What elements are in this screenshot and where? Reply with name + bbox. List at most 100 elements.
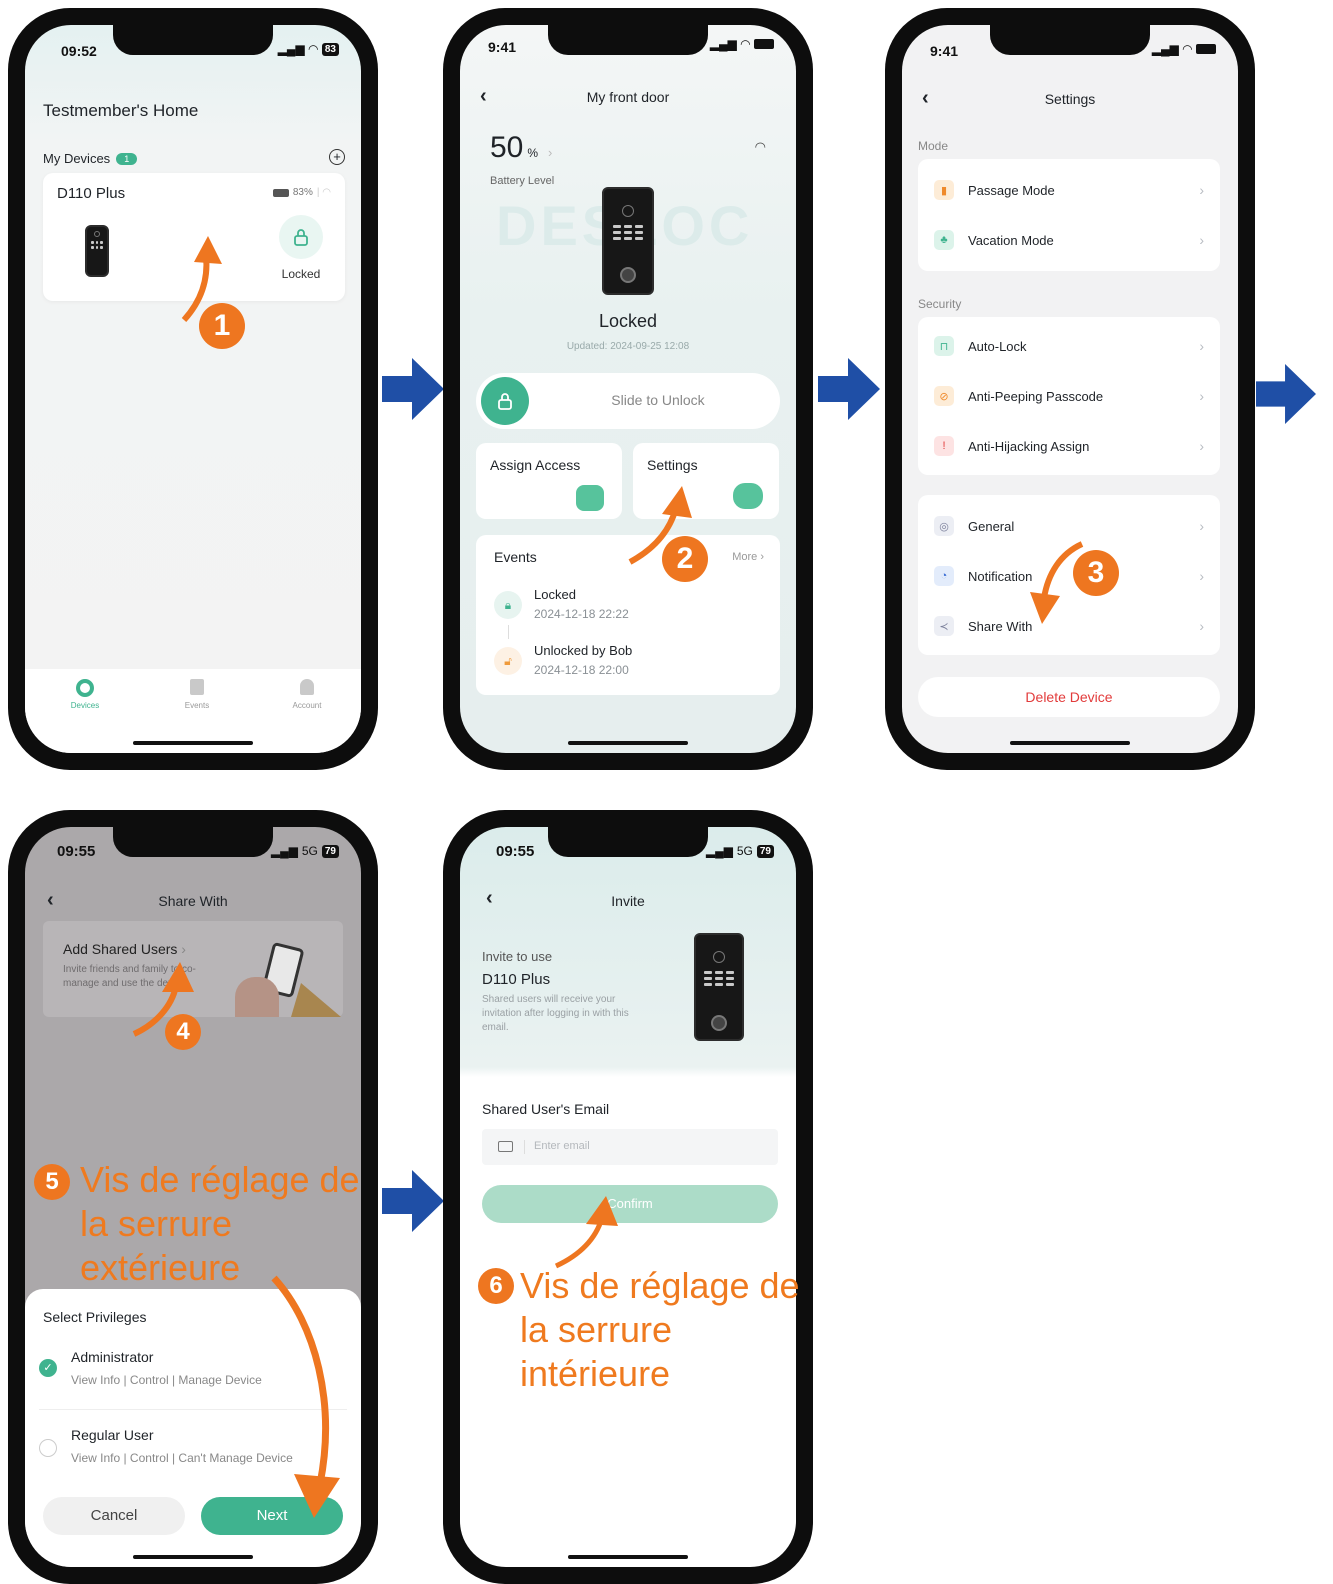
regular-user-label: Regular User: [71, 1427, 154, 1443]
anti-hijacking-label: Anti-Hijacking Assign: [968, 438, 1090, 454]
passage-mode-label: Passage Mode: [968, 182, 1055, 198]
more-label: More: [732, 551, 758, 563]
camera-dot: [622, 205, 634, 217]
wifi-icon: ◠: [308, 42, 318, 56]
nav-events[interactable]: Events: [177, 679, 217, 710]
invite-screen: 09:55 ▂▄▆ 5G 79 ‹ Invite Invite to use D…: [460, 827, 796, 1567]
settings-label: Settings: [647, 457, 698, 473]
padlock-icon: [498, 393, 512, 410]
knob: [711, 1015, 727, 1031]
battery-percent[interactable]: 50 % ›: [490, 131, 552, 165]
bell-icon: ◔: [934, 566, 954, 586]
keypad: [704, 971, 734, 986]
email-label: Shared User's Email: [482, 1101, 610, 1117]
mail-icon: [498, 1141, 513, 1152]
device-count-badge: 1: [116, 152, 138, 165]
more-link[interactable]: More ›: [732, 551, 764, 563]
passage-mode-row[interactable]: ▮ Passage Mode ›: [918, 165, 1220, 215]
slide-label: Slide to Unlock: [611, 392, 705, 408]
anti-peeping-row[interactable]: ⊘ Anti-Peeping Passcode ›: [918, 371, 1220, 421]
events-icon: [190, 679, 204, 695]
event-title: Locked: [534, 587, 576, 602]
wifi-icon: ◠: [740, 37, 750, 51]
phone-device: 9:41 ▂▄▆ ◠ ‹ My front door DESLOC 50 % ›…: [443, 8, 813, 770]
anti-hijacking-row[interactable]: ! Anti-Hijacking Assign ›: [918, 421, 1220, 471]
security-card: ⊓ Auto-Lock › ⊘ Anti-Peeping Passcode › …: [918, 317, 1220, 475]
wifi-small-icon: | ◠: [316, 187, 331, 198]
chevron-right-icon: ›: [1199, 518, 1204, 534]
notch: [548, 25, 708, 55]
slide-handle[interactable]: [481, 377, 529, 425]
wifi-icon: ◠: [1182, 42, 1192, 56]
add-shared-users-title: Add Shared Users ›: [63, 941, 186, 957]
assign-access-label: Assign Access: [490, 457, 581, 473]
invite-desc: Shared users will receive your invitatio…: [482, 994, 629, 1033]
slide-to-unlock[interactable]: Slide to Unlock: [476, 373, 780, 429]
step-6-badge: 6: [478, 1268, 514, 1304]
step-4-badge: 4: [165, 1014, 201, 1050]
lock-status-button[interactable]: [279, 215, 323, 259]
my-devices-text: My Devices: [43, 151, 111, 166]
anti-peeping-label: Anti-Peeping Passcode: [968, 388, 1104, 404]
knob: [620, 267, 636, 283]
device-name: D110 Plus: [57, 185, 126, 202]
nav-account[interactable]: Account: [287, 679, 327, 710]
step-5-badge: 5: [34, 1164, 70, 1200]
input-divider: [524, 1140, 525, 1154]
assign-access-tile[interactable]: Assign Access: [476, 443, 622, 519]
battery-icon: [754, 39, 774, 49]
status-time: 9:41: [930, 43, 959, 59]
signal-icon: ▂▄▆: [1151, 42, 1179, 56]
add-shared-users-text: Add Shared Users: [63, 941, 178, 957]
account-icon: [300, 679, 314, 695]
status-time: 9:41: [488, 39, 517, 55]
chevron-right-icon: ›: [1199, 618, 1204, 634]
home-indicator: [568, 1555, 688, 1559]
administrator-label: Administrator: [71, 1349, 154, 1365]
event-icon-locked: 🔒︎: [494, 591, 522, 619]
chevron-right-icon: ›: [1199, 182, 1204, 198]
nav-devices[interactable]: Devices: [65, 679, 105, 710]
lock-thumbnail: [85, 225, 109, 277]
invite-device-name: D110 Plus: [482, 971, 551, 988]
camera-dot: [713, 951, 725, 963]
home-screen: 09:52 ▂▄▆ ◠ 83 Testmember's Home My Devi…: [25, 25, 361, 753]
chevron-right-icon: ›: [1199, 232, 1204, 248]
mode-card: ▮ Passage Mode › ♣ Vacation Mode ›: [918, 159, 1220, 271]
status-time: 09:52: [61, 43, 97, 59]
chevron-right-icon: ›: [548, 145, 553, 160]
section-mode: Mode: [918, 139, 949, 153]
notch: [548, 827, 708, 857]
battery-badge: 83: [321, 42, 339, 56]
signal-icon: ▂▄▆: [709, 37, 737, 51]
device-screen: 9:41 ▂▄▆ ◠ ‹ My front door DESLOC 50 % ›…: [460, 25, 796, 753]
delete-device-button[interactable]: Delete Device: [918, 677, 1220, 717]
event-title: Unlocked by Bob: [534, 643, 633, 658]
email-input[interactable]: Enter email: [482, 1129, 778, 1165]
radio-empty-icon: [39, 1439, 57, 1457]
notch: [113, 25, 273, 55]
invite-to-label: Invite to use: [482, 949, 553, 964]
users-icon: [576, 485, 604, 511]
administrator-desc: View Info | Control | Manage Device: [71, 1373, 262, 1387]
step-3-badge: 3: [1073, 550, 1119, 596]
share-icon: ≺: [934, 616, 954, 636]
auto-lock-row[interactable]: ⊓ Auto-Lock ›: [918, 321, 1220, 371]
flow-arrow-2: [818, 358, 880, 420]
cancel-button[interactable]: Cancel: [43, 1497, 185, 1535]
device-battery: 83% | ◠: [272, 187, 331, 198]
device-battery-text: 83%: [292, 187, 313, 198]
event-divider: [508, 625, 509, 639]
auto-lock-label: Auto-Lock: [968, 338, 1027, 354]
home-indicator: [133, 741, 253, 745]
network-label: 5G: [301, 844, 318, 858]
add-device-icon[interactable]: +: [329, 149, 345, 165]
page-title: My front door: [586, 89, 670, 105]
status-icons: ▂▄▆ 5G 79: [706, 844, 774, 858]
devices-icon: [76, 679, 94, 697]
vacation-mode-row[interactable]: ♣ Vacation Mode ›: [918, 215, 1220, 265]
keypad: [612, 225, 644, 240]
nav-devices-label: Devices: [70, 701, 100, 710]
signal-icon: ▂▄▆: [270, 844, 298, 858]
confirm-button[interactable]: Confirm: [482, 1185, 778, 1223]
